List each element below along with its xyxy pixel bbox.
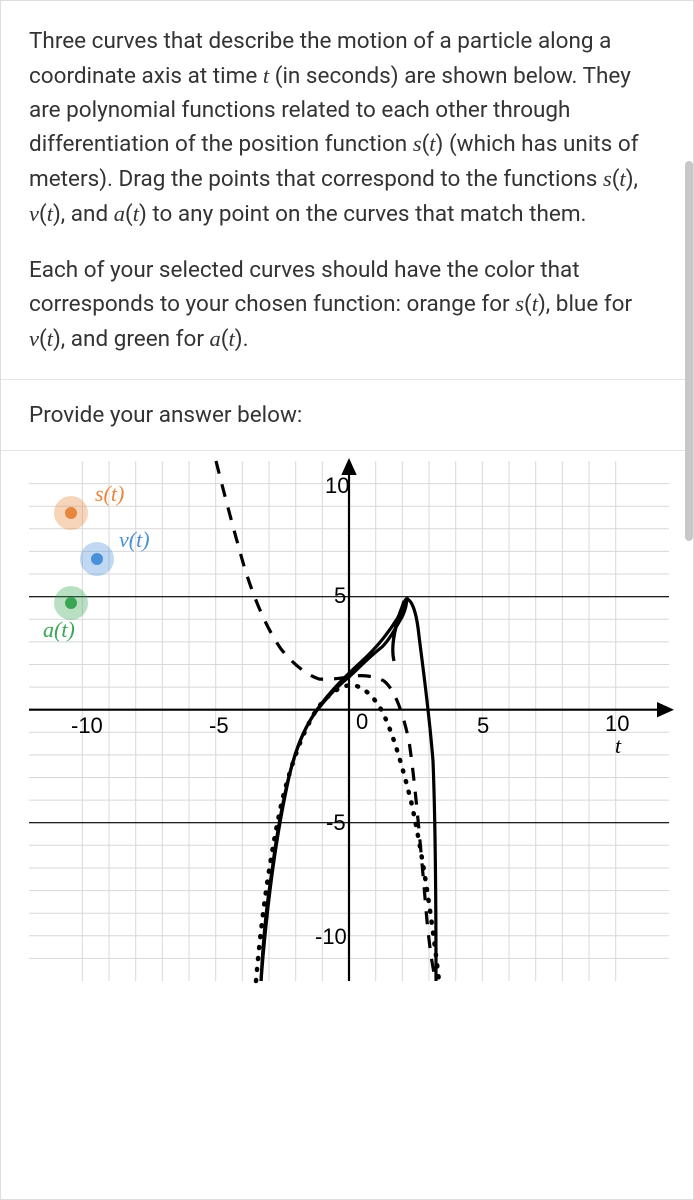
legend-v-label: v(t) <box>119 527 150 552</box>
ytick-5: 5 <box>334 583 346 608</box>
problem-paragraph-2: Each of your selected curves should have… <box>29 254 665 357</box>
xlabel: t <box>615 733 622 758</box>
ytick-neg10: -10 <box>315 924 347 949</box>
point-v[interactable] <box>91 553 103 565</box>
point-s[interactable] <box>65 507 77 519</box>
ytick-neg5: -5 <box>326 810 346 835</box>
legend: s(t) v(t) a(t) <box>43 481 150 642</box>
ytick-10: 10 <box>325 473 349 498</box>
tick-labels: -10 -5 0 5 10 t 10 5 -5 -10 <box>71 473 629 949</box>
xtick-neg10: -10 <box>71 713 103 738</box>
graph-svg[interactable]: -10 -5 0 5 10 t 10 5 -5 -10 s(t) <box>19 451 679 991</box>
point-a[interactable] <box>65 597 77 609</box>
answer-prompt: Provide your answer below: <box>29 380 665 450</box>
legend-s-label: s(t) <box>95 481 124 506</box>
problem-paragraph-1: Three curves that describe the motion of… <box>29 25 665 232</box>
xtick-neg5: -5 <box>209 713 229 738</box>
curve-dashed[interactable] <box>216 461 436 981</box>
legend-a-label: a(t) <box>43 617 75 642</box>
page-scrollbar[interactable] <box>685 161 693 541</box>
xtick-5: 5 <box>477 713 489 738</box>
graph-area[interactable]: -10 -5 0 5 10 t 10 5 -5 -10 s(t) <box>1 451 693 991</box>
curve-dotted[interactable] <box>256 685 439 981</box>
xtick-0: 0 <box>356 709 368 734</box>
